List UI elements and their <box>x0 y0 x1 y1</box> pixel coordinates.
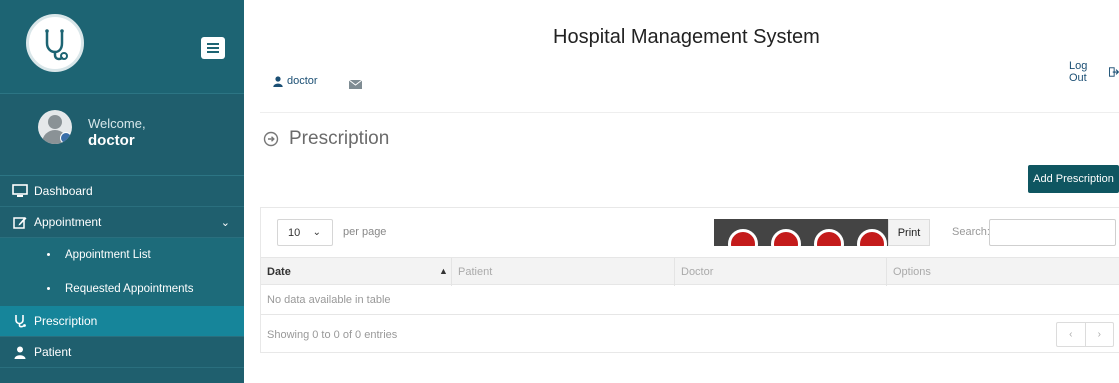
sort-ascending-icon[interactable]: ▲ <box>439 266 448 276</box>
menu-toggle-button[interactable] <box>201 37 225 59</box>
table-info: Showing 0 to 0 of 0 entries <box>267 329 398 341</box>
page-length-select[interactable]: 10 ⌄ <box>277 219 333 246</box>
export-buttons-image[interactable] <box>714 219 888 246</box>
logout-link[interactable]: Log Out <box>1069 60 1119 84</box>
monitor-icon <box>12 184 28 198</box>
stethoscope-icon <box>12 314 28 328</box>
per-page-label: per page <box>343 226 387 238</box>
chevron-down-icon: ⌄ <box>312 227 321 238</box>
column-header-date[interactable]: Date <box>267 266 291 278</box>
sidebar-item-patient[interactable]: Patient <box>0 337 244 368</box>
next-page-button[interactable]: › <box>1086 323 1114 346</box>
circle-arrow-right-icon <box>263 131 279 147</box>
page-length-value: 10 <box>288 226 301 239</box>
welcome-label: Welcome, <box>88 116 146 131</box>
page-heading: Prescription <box>263 128 389 150</box>
sidebar-item-label: Appointment <box>34 215 102 229</box>
stethoscope-logo-icon <box>26 14 84 72</box>
user-icon <box>12 345 28 359</box>
sidebar-item-appointment[interactable]: Appointment ⌄ <box>0 207 244 238</box>
sign-out-icon <box>1108 67 1119 77</box>
prescription-table-panel: 10 ⌄ per page Print Search: Date ▲ Patie… <box>260 207 1119 353</box>
sidebar-subitem-label: Appointment List <box>65 248 151 261</box>
sidebar-item-prescription[interactable]: Prescription <box>0 306 244 337</box>
sidebar-item-dashboard[interactable]: Dashboard <box>0 176 244 207</box>
sidebar-item-label: Dashboard <box>34 184 93 198</box>
column-header-patient[interactable]: Patient <box>458 266 492 278</box>
print-button[interactable]: Print <box>888 219 930 246</box>
add-prescription-button[interactable]: Add Prescription <box>1028 165 1119 193</box>
topbar-user-link[interactable]: doctor <box>273 75 318 87</box>
sidebar-subitem-label: Requested Appointments <box>65 282 194 295</box>
search-label: Search: <box>952 226 990 238</box>
logout-label: Log Out <box>1069 60 1088 84</box>
page-title: Prescription <box>289 128 390 149</box>
chevron-down-icon: ⌄ <box>220 217 230 229</box>
bullet-icon <box>47 287 50 290</box>
mail-icon[interactable] <box>348 76 363 94</box>
sidebar-brand <box>0 0 244 94</box>
app-title: Hospital Management System <box>553 26 820 48</box>
sidebar-subitem-requested-appointments[interactable]: Requested Appointments <box>0 271 244 306</box>
user-icon <box>273 75 283 87</box>
sidebar: Welcome, doctor Dashboard Appointment ⌄ … <box>0 0 244 383</box>
topbar-username: doctor <box>287 75 318 87</box>
bullet-icon <box>47 253 50 256</box>
sidebar-item-label: Prescription <box>34 314 98 328</box>
avatar <box>38 110 72 144</box>
edit-icon <box>12 215 28 229</box>
header-divider <box>260 112 1119 113</box>
row-divider <box>261 314 1119 315</box>
user-panel: Welcome, doctor <box>0 94 244 176</box>
search-input[interactable] <box>989 219 1116 246</box>
empty-table-message: No data available in table <box>267 294 391 306</box>
sidebar-subitem-appointment-list[interactable]: Appointment List <box>0 238 244 271</box>
sidebar-item-label: Patient <box>34 345 72 359</box>
previous-page-button[interactable]: ‹ <box>1057 323 1086 346</box>
column-header-doctor[interactable]: Doctor <box>681 266 713 278</box>
pagination: ‹ › <box>1056 322 1114 347</box>
table-header: Date ▲ Patient Doctor Options <box>261 257 1119 286</box>
sidebar-user-name: doctor <box>88 132 135 149</box>
column-header-options[interactable]: Options <box>893 266 931 278</box>
